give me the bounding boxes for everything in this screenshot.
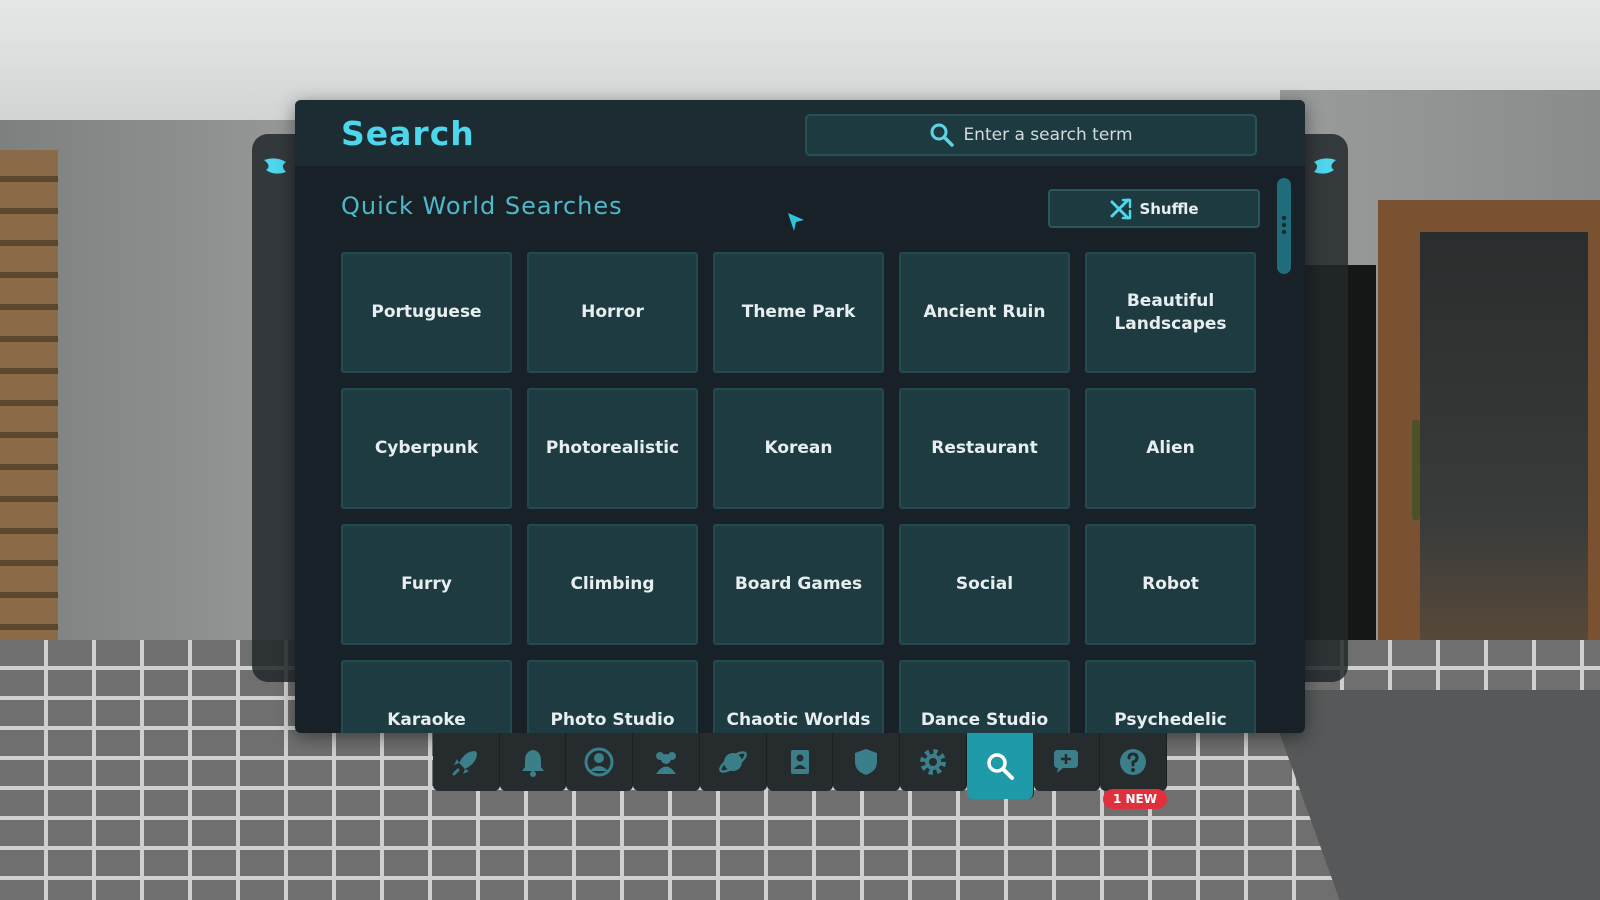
panel-header: Search Enter a search term	[295, 100, 1305, 166]
dock-launch-button[interactable]	[433, 733, 500, 791]
dock-search-button[interactable]	[966, 733, 1034, 799]
search-placeholder: Enter a search term	[963, 125, 1133, 145]
quick-search-tile[interactable]: Photorealistic	[527, 388, 698, 509]
quick-search-tile[interactable]: Cyberpunk	[341, 388, 512, 509]
quick-search-tile[interactable]: Karaoke	[341, 660, 512, 733]
worlds-icon	[718, 751, 747, 773]
search-icon	[930, 123, 955, 147]
settings-gear-icon	[920, 749, 946, 775]
dock-friends-button[interactable]	[633, 733, 700, 791]
quick-search-tile[interactable]: Portuguese	[341, 252, 512, 373]
dock-help-button[interactable]	[1100, 733, 1168, 791]
safety-shield-icon	[855, 749, 878, 775]
avatars-icon	[790, 750, 809, 774]
search-panel: Search Enter a search term Quick World S…	[295, 100, 1305, 733]
quick-search-tile[interactable]: Dance Studio	[899, 660, 1070, 733]
door-glass	[1420, 232, 1588, 652]
quick-search-tile[interactable]: Board Games	[713, 524, 884, 645]
new-badge: 1 NEW	[1103, 789, 1167, 809]
shuffle-button[interactable]: Shuffle	[1048, 189, 1260, 228]
dock-safety-button[interactable]	[833, 733, 901, 791]
quick-menu-dock	[433, 733, 1168, 799]
quick-search-tile[interactable]: Psychedelic	[1085, 660, 1256, 733]
quick-search-tile[interactable]: Alien	[1085, 388, 1256, 509]
dock-profile-button[interactable]	[566, 733, 634, 791]
bell-icon	[521, 750, 544, 777]
search-icon	[986, 753, 1014, 780]
quick-search-tile[interactable]: Korean	[713, 388, 884, 509]
dock-worlds-button[interactable]	[699, 733, 767, 791]
more-options-icon[interactable]	[1280, 214, 1288, 236]
help-icon	[1120, 749, 1147, 775]
chat-icon	[1054, 750, 1079, 773]
quick-search-tile[interactable]: Robot	[1085, 524, 1256, 645]
quick-search-tile[interactable]: Ancient Ruin	[899, 252, 1070, 373]
shuffle-label: Shuffle	[1139, 199, 1199, 218]
pointer-cursor-icon	[788, 213, 804, 231]
quick-search-tile[interactable]: Horror	[527, 252, 698, 373]
dock-avatars-button[interactable]	[766, 733, 834, 791]
quick-search-tile[interactable]: Chaotic Worlds	[713, 660, 884, 733]
page-title: Search	[341, 114, 475, 153]
quick-search-tile[interactable]: Restaurant	[899, 388, 1070, 509]
quick-search-tile[interactable]: Beautiful Landscapes	[1085, 252, 1256, 373]
quick-search-tile[interactable]: Furry	[341, 524, 512, 645]
quick-searches-title: Quick World Searches	[341, 192, 623, 220]
wing-logo-icon	[1314, 158, 1336, 174]
door-handle	[1412, 420, 1420, 520]
profile-icon	[584, 747, 614, 777]
rocket-icon	[452, 751, 477, 776]
dock-settings-button[interactable]	[900, 733, 967, 791]
shuffle-icon	[1110, 198, 1132, 219]
wood-slats	[0, 150, 58, 640]
quick-search-tile[interactable]: Climbing	[527, 524, 698, 645]
search-input[interactable]: Enter a search term	[805, 114, 1257, 156]
dock-chat-button[interactable]	[1033, 733, 1101, 791]
friends-icon	[656, 752, 677, 774]
dock-notifications-button[interactable]	[499, 733, 567, 791]
wing-logo-icon	[264, 158, 286, 174]
quick-search-grid: Portuguese Horror Theme Park Ancient Rui…	[341, 252, 1256, 733]
quick-search-tile[interactable]: Theme Park	[713, 252, 884, 373]
quick-search-tile[interactable]: Social	[899, 524, 1070, 645]
quick-search-tile[interactable]: Photo Studio	[527, 660, 698, 733]
